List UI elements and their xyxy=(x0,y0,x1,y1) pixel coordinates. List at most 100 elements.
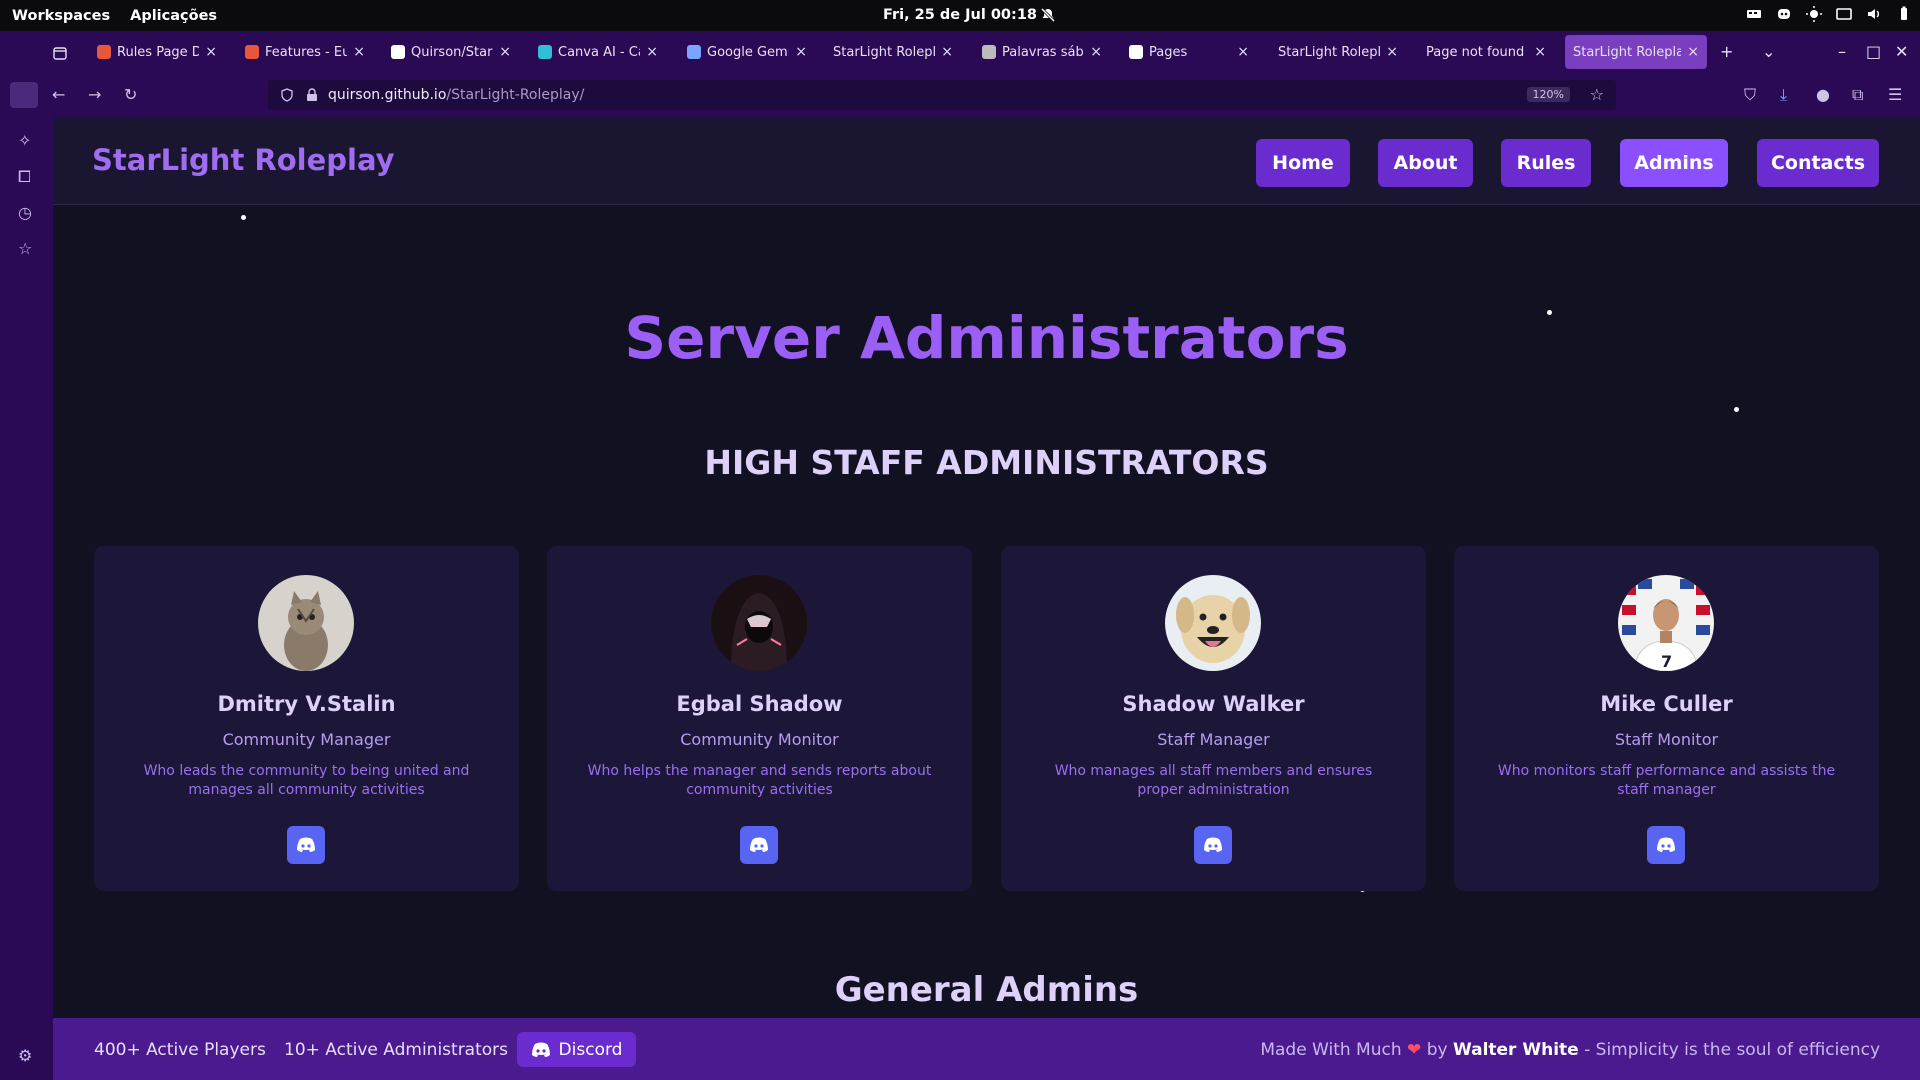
maximize-button[interactable]: □ xyxy=(1866,42,1881,61)
lock-icon[interactable] xyxy=(306,88,318,102)
admin-role: Staff Monitor xyxy=(1614,730,1719,749)
page-title: Server Administrators xyxy=(624,304,1349,372)
back-icon[interactable]: ← xyxy=(52,85,65,104)
site-footer: 400+ Active Players 10+ Active Administr… xyxy=(53,1018,1920,1080)
reload-icon[interactable]: ↻ xyxy=(124,85,137,104)
tab-title: Google Gemini xyxy=(707,44,789,60)
avatar-dog xyxy=(1165,575,1261,671)
nav-home-button[interactable]: Home xyxy=(1256,139,1350,187)
account-icon[interactable]: ● xyxy=(1816,85,1830,104)
settings-gear-icon[interactable]: ⚙ xyxy=(18,1046,32,1065)
close-window-button[interactable]: ✕ xyxy=(1895,42,1908,61)
address-bar[interactable]: quirson.github.io/StarLight-Roleplay/ 12… xyxy=(268,80,1616,110)
browser-tab[interactable]: StarLight Roleplay × xyxy=(1270,35,1406,69)
footer-discord-button[interactable]: Discord xyxy=(517,1032,636,1067)
browser-tab[interactable]: Google Gemini × xyxy=(679,35,815,69)
tab-overview-icon[interactable] xyxy=(52,45,68,61)
downloads-icon[interactable]: ⤓ xyxy=(1780,85,1787,105)
forward-icon[interactable]: → xyxy=(88,85,101,104)
admin-name: Egbal Shadow xyxy=(676,692,843,716)
browser-tab[interactable]: StarLight Roleplay × xyxy=(825,35,961,69)
browser-tab[interactable]: Palavras sábias × xyxy=(974,35,1110,69)
admin-role: Staff Manager xyxy=(1157,730,1270,749)
ai-chat-icon[interactable]: ✧ xyxy=(18,131,31,150)
zoom-level[interactable]: 120% xyxy=(1526,87,1570,102)
browser-tab[interactable]: StarLight Roleplay × xyxy=(1565,35,1707,69)
nav-admins-button[interactable]: Admins xyxy=(1620,139,1728,187)
tab-close-icon[interactable]: × xyxy=(1090,44,1102,60)
tab-favicon-icon xyxy=(687,45,701,59)
extensions-icon[interactable]: ⧉ xyxy=(1852,85,1863,105)
shield-icon[interactable] xyxy=(280,88,294,102)
discord-link-button[interactable] xyxy=(740,826,778,864)
keyboard-layout-icon[interactable] xyxy=(1746,6,1762,22)
tab-favicon-icon xyxy=(982,45,996,59)
pocket-icon[interactable]: ⛉ xyxy=(1744,85,1756,105)
admin-description: Who monitors staff performance and assis… xyxy=(1497,763,1836,798)
tab-close-icon[interactable]: × xyxy=(353,44,365,60)
discord-link-button[interactable] xyxy=(1647,826,1685,864)
tab-title: StarLight Roleplay xyxy=(1573,44,1682,60)
nav-rules-button[interactable]: Rules xyxy=(1501,139,1591,187)
nav-about-button[interactable]: About xyxy=(1378,139,1473,187)
tab-close-icon[interactable]: × xyxy=(1386,44,1398,60)
tab-list-chevron-icon[interactable]: ⌄ xyxy=(1762,42,1775,61)
tab-close-icon[interactable]: × xyxy=(1534,44,1546,60)
nav-contacts-button[interactable]: Contacts xyxy=(1757,139,1879,187)
tab-title: Palavras sábias xyxy=(1002,44,1084,60)
apps-menu[interactable]: Aplicações xyxy=(130,8,217,24)
svg-text:7: 7 xyxy=(1661,652,1672,671)
volume-icon[interactable] xyxy=(1866,6,1882,22)
minimize-button[interactable]: – xyxy=(1838,42,1846,61)
url-path: /StarLight-Roleplay/ xyxy=(446,87,585,103)
tab-title: Quirson/StarLi xyxy=(411,44,493,60)
background-star xyxy=(1734,407,1739,412)
discord-link-button[interactable] xyxy=(1194,826,1232,864)
tab-close-icon[interactable]: × xyxy=(941,44,953,60)
browser-tab-strip: Rules Page Das× Features - Euro× Quirson/S… xyxy=(0,31,1920,73)
bookmarks-icon[interactable]: ☆ xyxy=(18,239,32,258)
history-icon[interactable]: ◷ xyxy=(18,203,32,222)
tab-close-icon[interactable]: × xyxy=(499,44,511,60)
background-star xyxy=(241,215,246,220)
menu-icon[interactable]: ☰ xyxy=(1888,85,1902,104)
admin-card: Dmitry V.Stalin Community Manager Who le… xyxy=(94,546,519,891)
tab-close-icon[interactable]: × xyxy=(646,44,658,60)
tab-close-icon[interactable]: × xyxy=(795,44,807,60)
browser-tab[interactable]: Canva AI - Canv × xyxy=(530,35,666,69)
footer-discord-label: Discord xyxy=(558,1039,623,1060)
site-header: StarLight Roleplay Home About Rules Admi… xyxy=(53,117,1920,205)
discord-link-button[interactable] xyxy=(287,826,325,864)
admin-card: 7 Mike Culler Staff Monitor Who monitors… xyxy=(1454,546,1879,891)
brightness-icon[interactable] xyxy=(1806,6,1822,22)
tab-close-icon[interactable]: × xyxy=(1237,44,1249,60)
tab-favicon-icon xyxy=(1129,45,1143,59)
bookmark-star-icon[interactable]: ☆ xyxy=(1590,85,1604,104)
site-brand[interactable]: StarLight Roleplay xyxy=(92,143,395,177)
browser-tab[interactable]: Rules Page Das × xyxy=(89,35,225,69)
screen-icon[interactable] xyxy=(1836,6,1852,22)
new-tab-button[interactable]: + xyxy=(1720,42,1733,61)
battery-icon[interactable] xyxy=(1896,6,1912,22)
sidebar-toggle-button[interactable] xyxy=(10,82,38,108)
tab-close-icon[interactable]: × xyxy=(205,44,217,60)
discord-tray-icon[interactable] xyxy=(1776,6,1792,22)
notifications-muted-icon[interactable] xyxy=(1040,7,1056,23)
browser-tab[interactable]: Page not found · G × xyxy=(1418,35,1554,69)
admin-description: Who manages all staff members and ensure… xyxy=(1054,763,1373,798)
url-host: quirson.github.io xyxy=(328,87,447,103)
credit-suffix: - Simplicity is the soul of efficiency xyxy=(1584,1040,1880,1060)
footer-credit: Made With Much ❤ by Walter White - Simpl… xyxy=(1260,1040,1880,1060)
avatar-football-player: 7 xyxy=(1618,575,1714,671)
browser-toolbar: ← → ↻ quirson.github.io/StarLight-Rolepl… xyxy=(0,73,1920,117)
browser-tab[interactable]: Features - Euro × xyxy=(237,35,373,69)
tab-title: Page not found · G xyxy=(1426,44,1528,60)
browser-tab[interactable]: Quirson/StarLi × xyxy=(383,35,519,69)
synced-tabs-icon[interactable]: ⧠ xyxy=(18,167,31,187)
admin-name: Mike Culler xyxy=(1600,692,1733,716)
clock[interactable]: Fri, 25 de Jul 00:18 xyxy=(883,7,1037,23)
tab-close-icon[interactable]: × xyxy=(1687,44,1699,60)
workspaces-button[interactable]: Workspaces xyxy=(12,8,110,24)
tab-favicon-icon xyxy=(97,45,111,59)
browser-tab[interactable]: Pages × xyxy=(1121,35,1257,69)
